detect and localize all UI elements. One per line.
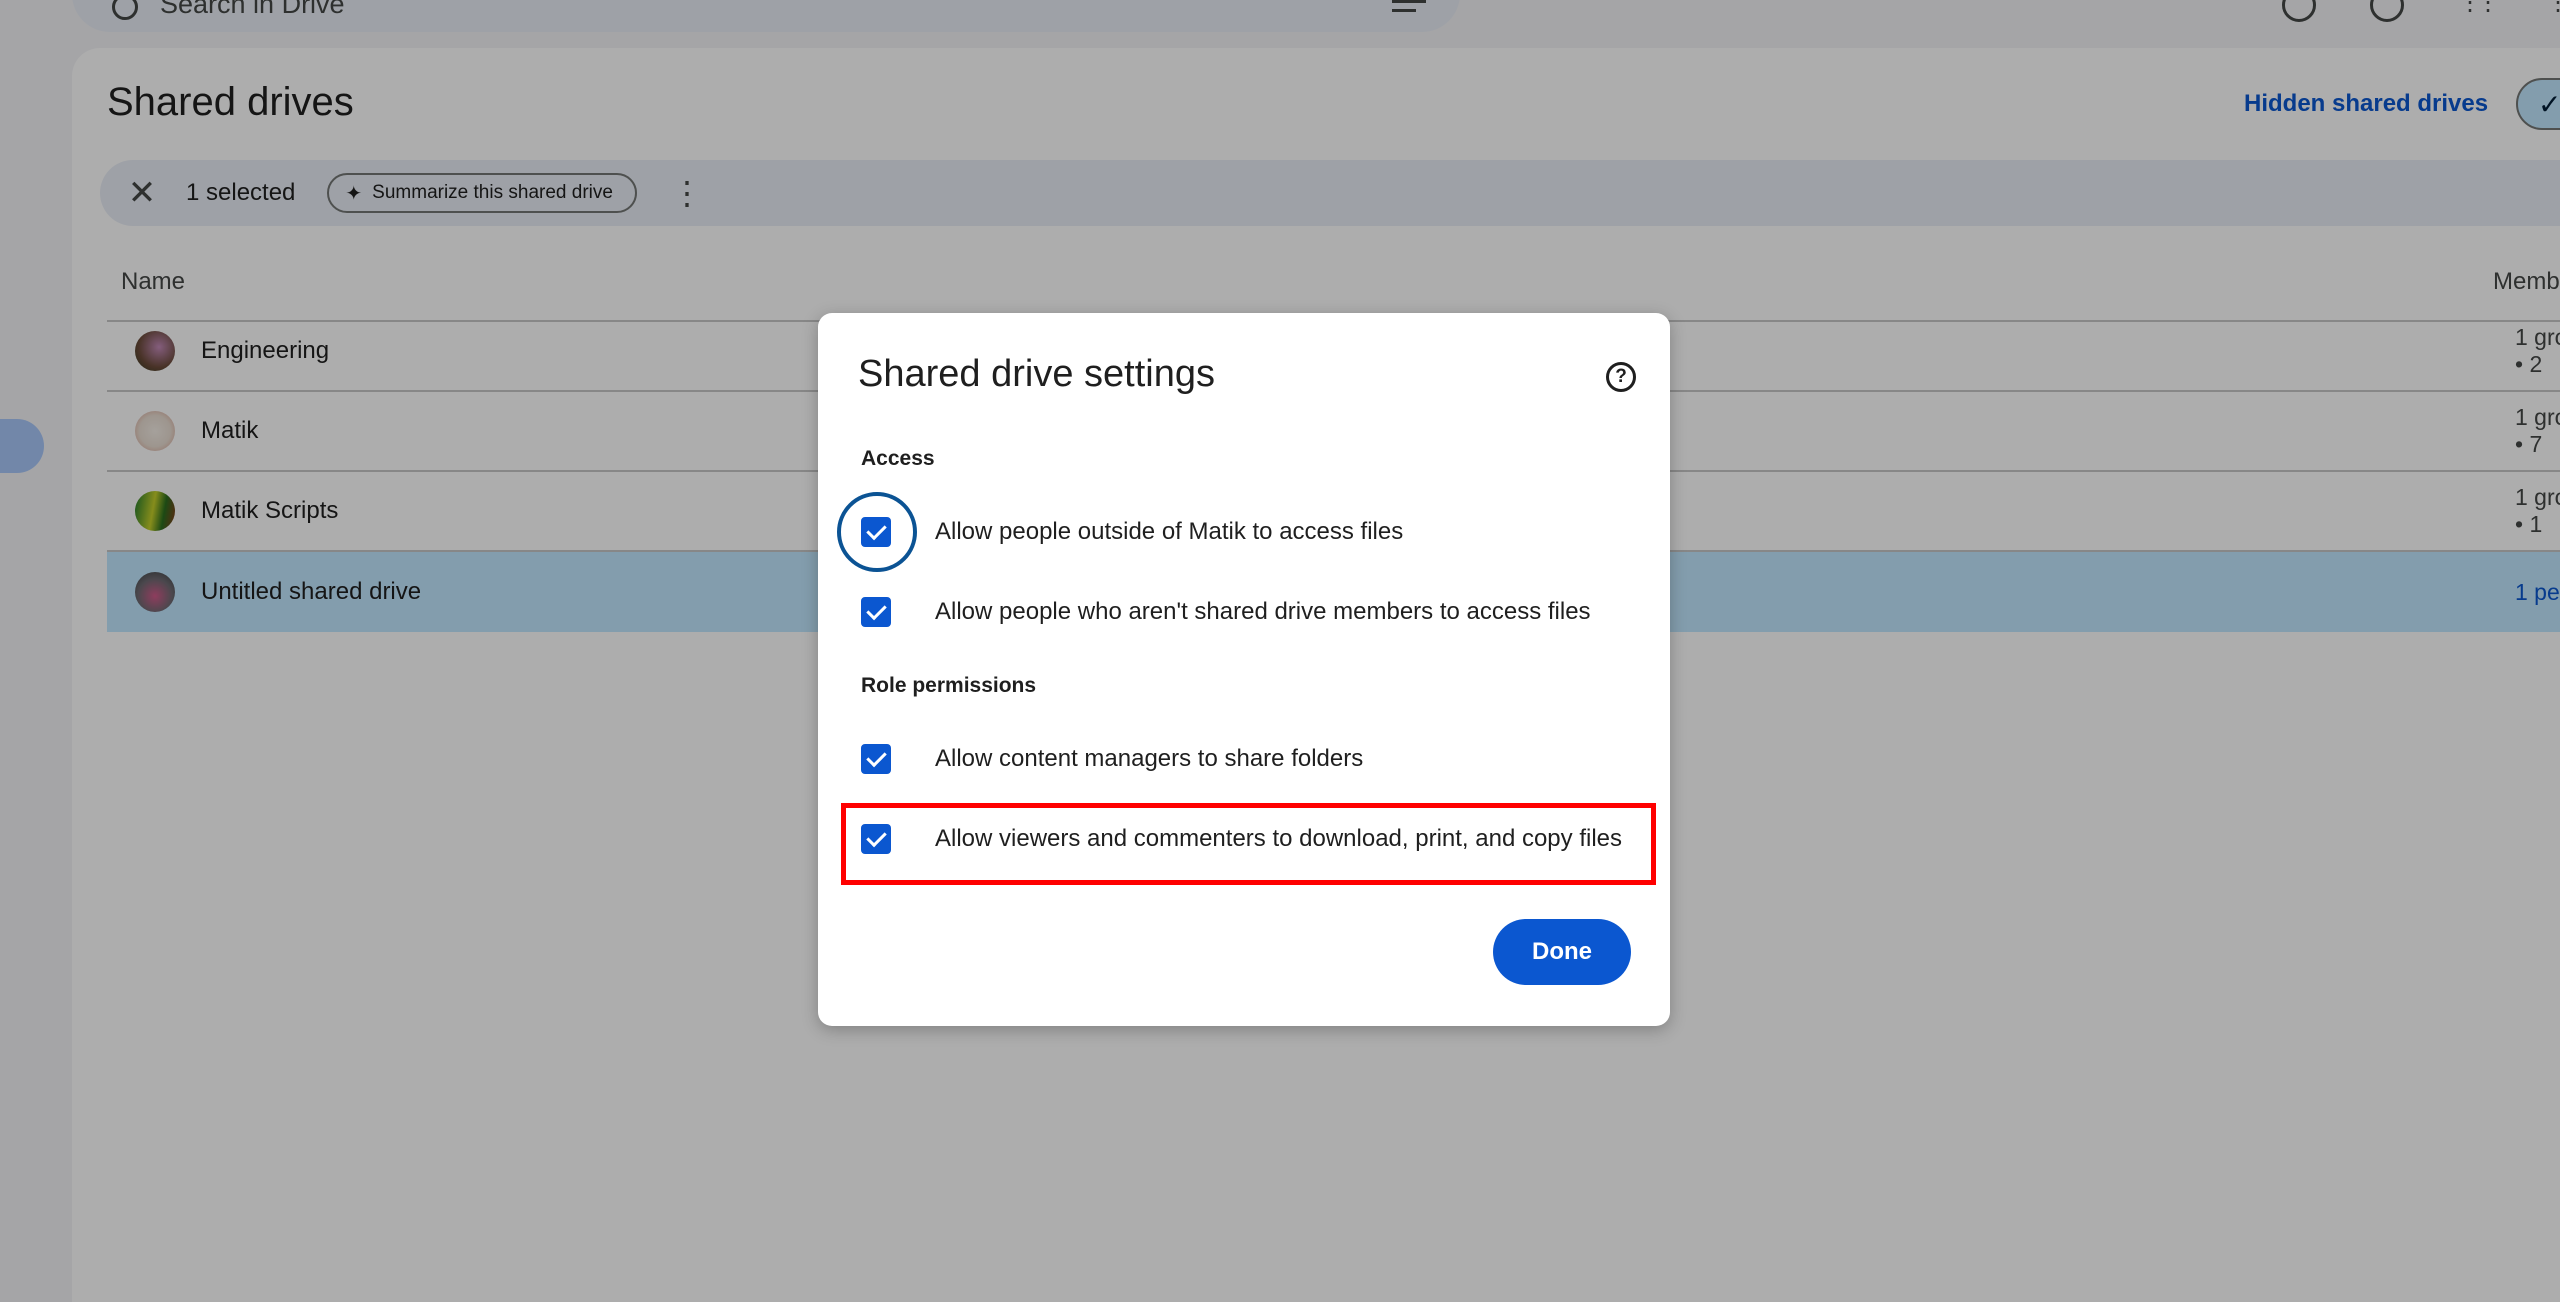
option-label: Allow viewers and commenters to download… bbox=[935, 825, 1622, 852]
access-section-label: Access bbox=[861, 447, 935, 470]
option-label: Allow content managers to share folders bbox=[935, 745, 1364, 772]
role-permissions-label: Role permissions bbox=[861, 674, 1037, 697]
checkbox-managers-share-folders[interactable] bbox=[861, 744, 891, 774]
checkbox-viewers-download[interactable] bbox=[861, 824, 891, 854]
option-non-member-access[interactable]: Allow people who aren't shared drive mem… bbox=[861, 597, 1591, 627]
checkbox-outside-access[interactable] bbox=[861, 517, 891, 547]
done-button[interactable]: Done bbox=[1493, 919, 1631, 985]
help-icon[interactable]: ? bbox=[1606, 362, 1636, 392]
option-label: Allow people outside of Matik to access … bbox=[935, 518, 1404, 545]
option-outside-access[interactable]: Allow people outside of Matik to access … bbox=[861, 517, 1403, 547]
option-viewers-download[interactable]: Allow viewers and commenters to download… bbox=[861, 824, 1622, 854]
checkbox-non-member-access[interactable] bbox=[861, 597, 891, 627]
option-managers-share-folders[interactable]: Allow content managers to share folders bbox=[861, 744, 1363, 774]
shared-drive-settings-dialog: Shared drive settings ? Access Allow peo… bbox=[818, 313, 1670, 1026]
option-label: Allow people who aren't shared drive mem… bbox=[935, 598, 1591, 625]
dialog-title: Shared drive settings bbox=[858, 353, 1215, 395]
